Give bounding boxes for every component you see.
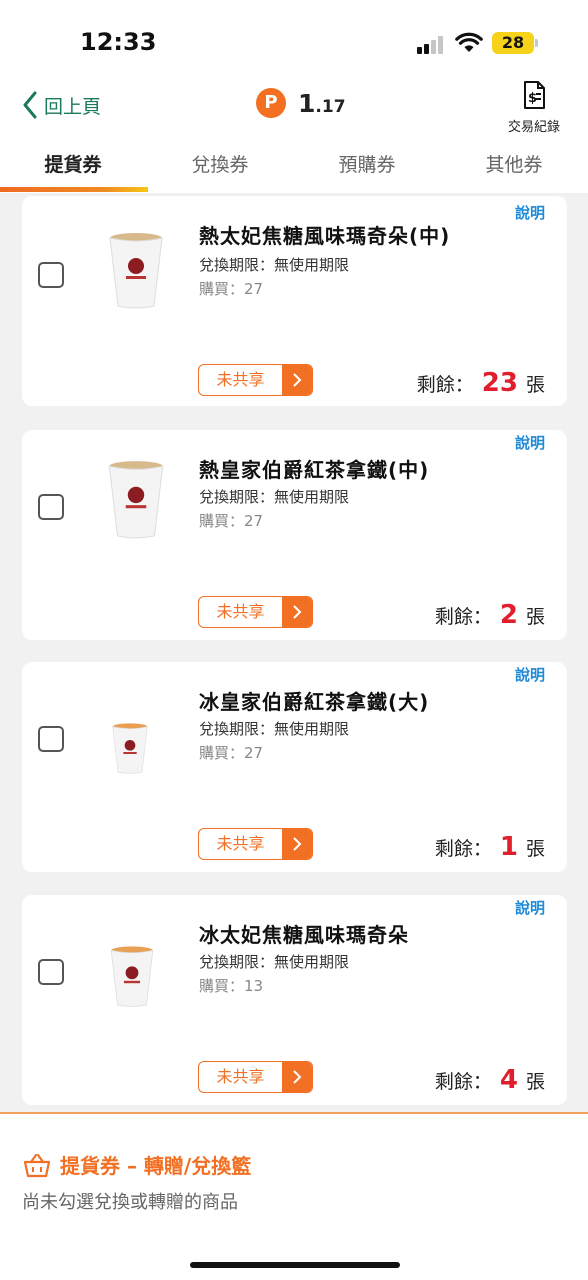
remaining-count: 剩餘： 4 張 (435, 1065, 545, 1095)
share-status-button[interactable]: 未共享 (198, 828, 313, 860)
home-indicator[interactable] (190, 1262, 400, 1268)
remaining-number: 2 (499, 600, 518, 630)
item-purchase: 購買：13 (199, 977, 264, 995)
chevron-right-icon (282, 597, 312, 627)
remaining-prefix: 剩餘： (434, 1071, 492, 1093)
item-purchase: 購買：27 (199, 280, 264, 298)
transactions-label: 交易紀錄 (507, 120, 560, 135)
back-button[interactable]: 回上頁 (22, 88, 101, 122)
remaining-unit: 張 (525, 1071, 545, 1093)
item-expiry: 兌換期限：無使用期限 (199, 256, 350, 274)
share-status-label: 未共享 (216, 370, 265, 389)
item-purchase: 購買：27 (199, 512, 264, 530)
top-nav: 回上頁 P 1.17 $ 交易紀錄 (0, 76, 588, 136)
points-value: 1.17 (298, 89, 346, 118)
select-checkbox[interactable] (38, 959, 64, 985)
points-icon: P (256, 88, 286, 118)
item-title: 熱皇家伯爵紅茶拿鐵(中) (199, 458, 430, 482)
active-tab-indicator (0, 187, 148, 192)
coupon-card: 說明 冰太妃焦糖風味瑪奇朵 兌換期限：無使用期限 購買：13 未共享 剩餘： 4… (22, 895, 567, 1105)
remaining-number: 4 (499, 1065, 518, 1095)
battery-indicator: 28 (492, 32, 534, 54)
transactions-button[interactable]: $ 交易紀錄 (496, 80, 572, 135)
iced-drink-cup-image (112, 723, 148, 774)
chevron-right-icon (282, 365, 312, 395)
item-expiry: 兌換期限：無使用期限 (199, 488, 350, 506)
tab-other[interactable]: 其他券 (441, 150, 587, 177)
remaining-prefix: 剩餘： (434, 838, 492, 860)
coupon-list[interactable]: 說明 熱太妃焦糖風味瑪奇朵(中) 兌換期限：無使用期限 購買：27 未共享 剩餘… (0, 194, 588, 1112)
coupon-tabs: 提貨券 兌換券 預購券 其他券 (0, 140, 588, 194)
explain-link[interactable]: 說明 (515, 202, 545, 223)
wifi-icon (455, 32, 483, 52)
item-expiry: 兌換期限：無使用期限 (199, 953, 350, 971)
basket-icon (23, 1153, 51, 1177)
remaining-unit: 張 (525, 606, 545, 628)
receipt-dollar-icon: $ (524, 81, 545, 109)
explain-link[interactable]: 說明 (515, 664, 545, 685)
remaining-unit: 張 (525, 838, 545, 860)
share-status-button[interactable]: 未共享 (198, 596, 313, 628)
basket-empty-message: 尚未勾選兌換或轉贈的商品 (22, 1192, 238, 1213)
iced-drink-cup-image (110, 946, 154, 1007)
svg-text:$: $ (528, 91, 537, 106)
hot-drink-cup-image (108, 461, 164, 539)
remaining-count: 剩餘： 23 張 (417, 368, 545, 398)
remaining-count: 剩餘： 1 張 (435, 832, 545, 862)
item-title: 熱太妃焦糖風味瑪奇朵(中) (199, 224, 451, 248)
status-time: 12:33 (80, 28, 157, 56)
select-checkbox[interactable] (38, 262, 64, 288)
coupon-card: 說明 熱太妃焦糖風味瑪奇朵(中) 兌換期限：無使用期限 購買：27 未共享 剩餘… (22, 196, 567, 406)
hot-drink-cup-image (109, 233, 163, 309)
share-status-label: 未共享 (216, 834, 265, 853)
share-status-button[interactable]: 未共享 (198, 1061, 313, 1093)
status-bar: 12:33 28 (0, 0, 588, 72)
points-balance: P 1.17 (256, 88, 346, 118)
select-checkbox[interactable] (38, 494, 64, 520)
remaining-number: 1 (499, 832, 518, 862)
remaining-prefix: 剩餘： (416, 374, 474, 396)
tab-pickup[interactable]: 提貨券 (0, 150, 146, 177)
chevron-right-icon (282, 1062, 312, 1092)
points-dec: .17 (315, 96, 346, 117)
basket-header: 提貨券 – 轉贈/兌換籃 (22, 1150, 251, 1179)
remaining-count: 剩餘： 2 張 (435, 600, 545, 630)
battery-tip (535, 39, 538, 47)
remaining-number: 23 (481, 368, 518, 398)
item-title: 冰皇家伯爵紅茶拿鐵(大) (199, 690, 430, 714)
cellular-signal-icon (417, 36, 447, 54)
remaining-prefix: 剩餘： (434, 606, 492, 628)
coupon-card: 說明 熱皇家伯爵紅茶拿鐵(中) 兌換期限：無使用期限 購買：27 未共享 剩餘：… (22, 430, 567, 640)
explain-link[interactable]: 說明 (515, 432, 545, 453)
chevron-left-icon (23, 91, 37, 119)
share-status-label: 未共享 (216, 1067, 265, 1086)
item-title: 冰太妃焦糖風味瑪奇朵 (199, 923, 409, 947)
share-status-label: 未共享 (216, 602, 265, 621)
item-purchase: 購買：27 (199, 744, 264, 762)
tab-exchange[interactable]: 兌換券 (147, 150, 293, 177)
exchange-basket-panel[interactable]: 提貨券 – 轉贈/兌換籃 尚未勾選兌換或轉贈的商品 (0, 1112, 588, 1280)
select-checkbox[interactable] (38, 726, 64, 752)
tab-preorder[interactable]: 預購券 (294, 150, 440, 177)
points-int: 1 (298, 88, 316, 118)
chevron-right-icon (282, 829, 312, 859)
remaining-unit: 張 (525, 374, 545, 396)
item-expiry: 兌換期限：無使用期限 (199, 720, 350, 738)
share-status-button[interactable]: 未共享 (198, 364, 313, 396)
coupon-card: 說明 冰皇家伯爵紅茶拿鐵(大) 兌換期限：無使用期限 購買：27 未共享 剩餘：… (22, 662, 567, 872)
basket-title: 提貨券 – 轉贈/兌換籃 (60, 1154, 252, 1178)
back-label: 回上頁 (44, 95, 102, 118)
explain-link[interactable]: 說明 (515, 897, 545, 918)
